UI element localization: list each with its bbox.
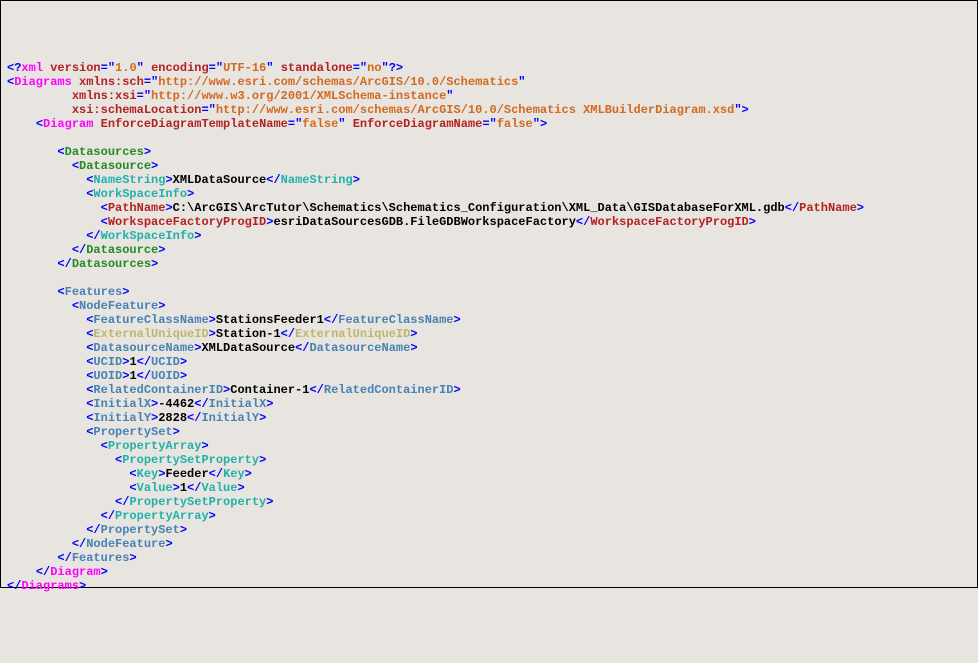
xml-code-block: <?xml version="1.0" encoding="UTF-16" st… bbox=[7, 61, 971, 593]
